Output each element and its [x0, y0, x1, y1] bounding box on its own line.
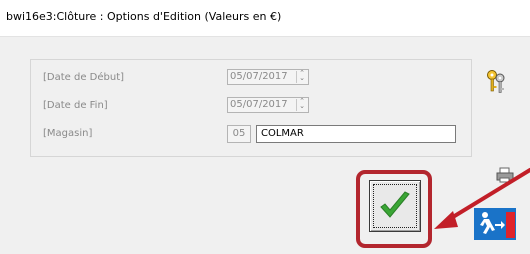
red-arrow-annotation: [434, 168, 530, 229]
